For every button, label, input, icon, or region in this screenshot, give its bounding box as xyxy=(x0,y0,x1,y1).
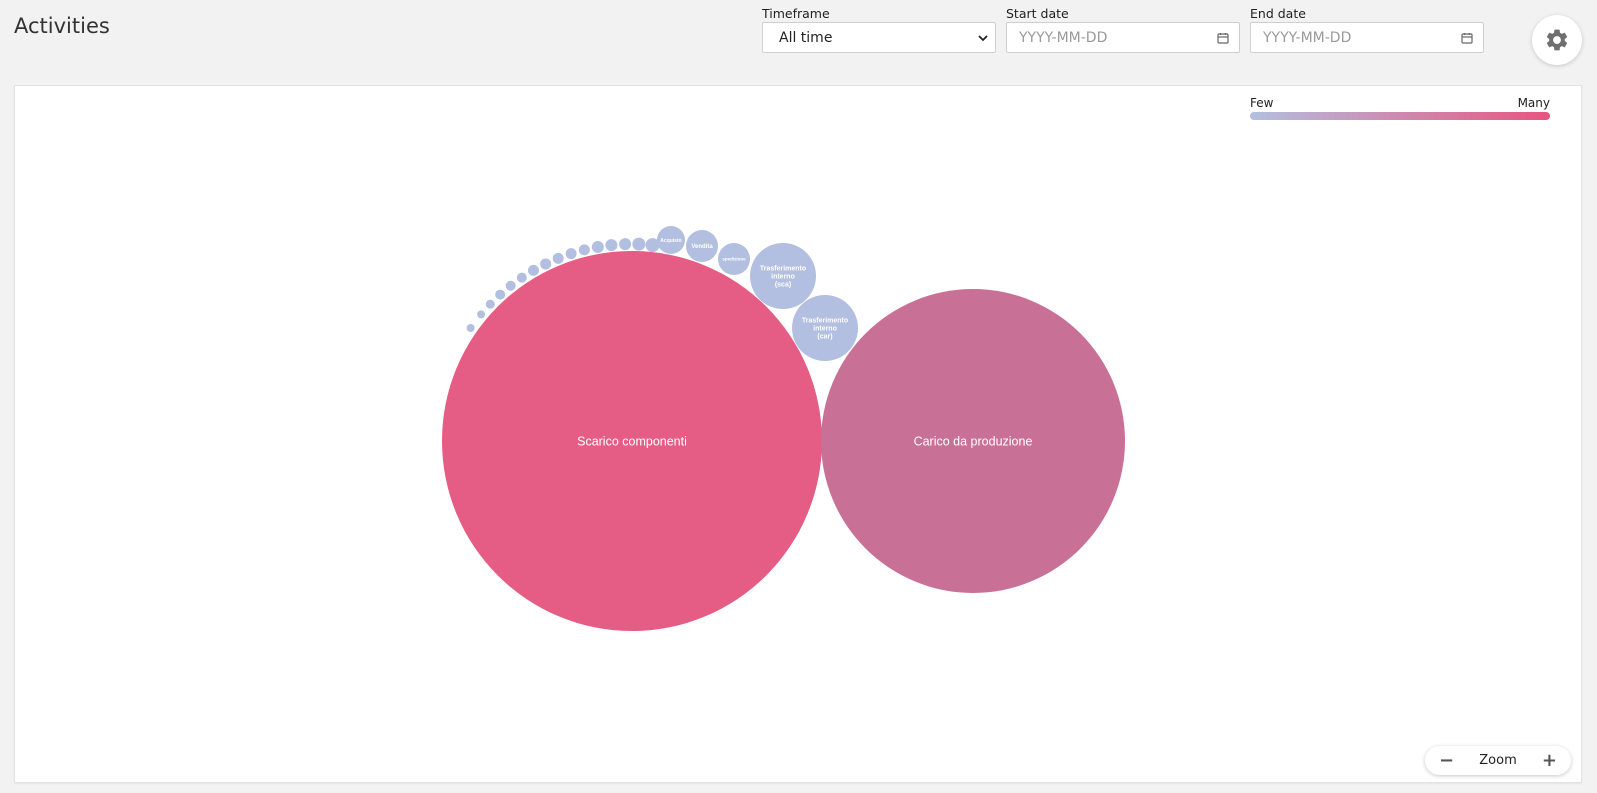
bubble-label: Scarico componenti xyxy=(577,434,687,448)
start-date-label: Start date xyxy=(1006,6,1069,21)
small-bubble[interactable] xyxy=(645,238,660,253)
timeframe-filter: Timeframe All time xyxy=(762,6,996,53)
small-bubble[interactable] xyxy=(619,238,632,251)
timeframe-select[interactable]: All time xyxy=(762,22,996,53)
end-date-placeholder: YYYY-MM-DD xyxy=(1263,29,1352,46)
chart-panel: Few Many Scarico componenti Carico da pro… xyxy=(14,85,1582,783)
zoom-label: Zoom xyxy=(1479,753,1517,768)
gear-icon xyxy=(1546,29,1568,51)
small-bubble[interactable] xyxy=(528,264,539,276)
bubble-label: spedizione xyxy=(722,257,746,262)
bubble-label: Vendita xyxy=(691,244,713,250)
small-bubble[interactable] xyxy=(485,299,495,309)
zoom-out-button[interactable]: − xyxy=(1439,751,1454,770)
calendar-icon[interactable] xyxy=(1461,32,1473,44)
small-bubble[interactable] xyxy=(578,244,590,256)
settings-button[interactable] xyxy=(1532,15,1582,65)
end-date-label: End date xyxy=(1250,6,1306,21)
timeframe-label: Timeframe xyxy=(762,6,830,21)
timeframe-value: All time xyxy=(779,29,833,46)
small-bubble[interactable] xyxy=(591,240,604,253)
small-bubble[interactable] xyxy=(477,310,486,319)
small-bubble[interactable] xyxy=(552,252,564,264)
end-date-filter: End date YYYY-MM-DD xyxy=(1250,6,1484,53)
small-bubble[interactable] xyxy=(495,289,506,300)
start-date-placeholder: YYYY-MM-DD xyxy=(1019,29,1108,46)
small-bubble[interactable] xyxy=(565,248,577,260)
bubble-label: Carico da produzione xyxy=(914,434,1033,448)
start-date-filter: Start date YYYY-MM-DD xyxy=(1006,6,1240,53)
bubble-chart[interactable]: Scarico componenti Carico da produzioneTr… xyxy=(15,86,1583,784)
small-bubble[interactable] xyxy=(466,324,475,333)
small-bubble[interactable] xyxy=(540,258,552,270)
small-bubble[interactable] xyxy=(505,280,516,291)
small-bubble[interactable] xyxy=(516,272,527,283)
small-bubble[interactable] xyxy=(605,239,618,252)
calendar-icon[interactable] xyxy=(1217,32,1229,44)
start-date-input[interactable]: YYYY-MM-DD xyxy=(1006,22,1240,53)
zoom-in-button[interactable]: + xyxy=(1542,751,1557,770)
chevron-down-icon xyxy=(978,34,988,41)
page-title: Activities xyxy=(14,14,110,38)
small-bubble[interactable] xyxy=(632,237,646,251)
bubble-label: Acquisto xyxy=(660,238,681,244)
end-date-input[interactable]: YYYY-MM-DD xyxy=(1250,22,1484,53)
zoom-control: − Zoom + xyxy=(1425,746,1571,775)
